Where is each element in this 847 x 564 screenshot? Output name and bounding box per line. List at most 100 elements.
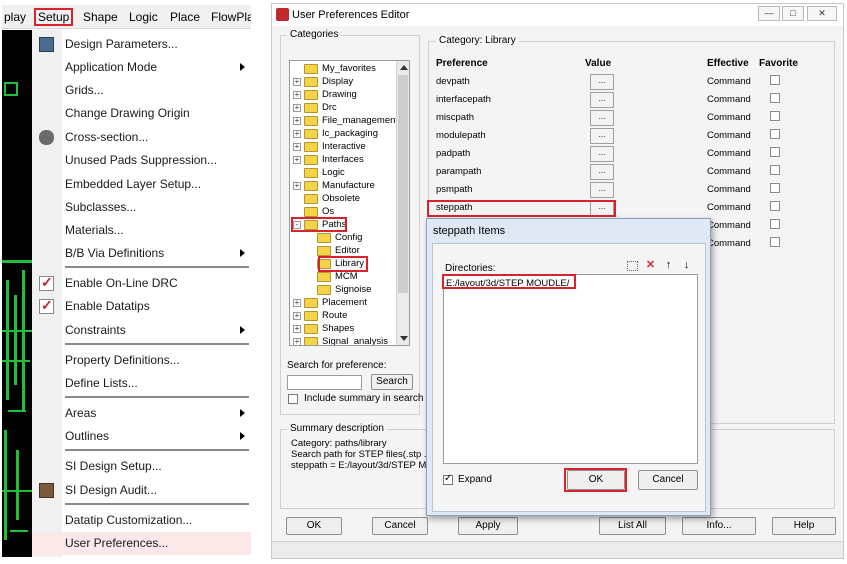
folder-icon bbox=[304, 298, 318, 308]
ok-highlight bbox=[564, 468, 627, 492]
menu-place[interactable]: Place bbox=[170, 10, 200, 24]
menu-setup[interactable]: Setup bbox=[34, 8, 74, 26]
menu-flowplan[interactable]: FlowPla bbox=[211, 10, 251, 24]
menu-item-bb-via[interactable]: B/B Via Definitions bbox=[32, 242, 251, 265]
expand-icon[interactable]: + bbox=[293, 130, 301, 138]
menu-item-materials[interactable]: Materials... bbox=[32, 219, 251, 242]
new-folder-icon[interactable] bbox=[627, 261, 638, 271]
scroll-up-icon[interactable] bbox=[400, 65, 408, 70]
category-tree[interactable]: My_favorites + Display + Drawing + Drc + Fil… bbox=[289, 60, 410, 346]
search-input[interactable] bbox=[287, 375, 362, 390]
maximize-button[interactable]: □ bbox=[782, 6, 804, 21]
move-up-icon[interactable]: ↑ bbox=[662, 259, 675, 272]
value-browse-button[interactable]: ... bbox=[590, 110, 614, 126]
expand-icon[interactable]: + bbox=[293, 143, 301, 151]
menu-item-areas[interactable]: Areas bbox=[32, 402, 251, 425]
menu-separator bbox=[65, 503, 249, 505]
value-browse-button[interactable]: ... bbox=[590, 92, 614, 108]
favorite-checkbox[interactable] bbox=[770, 129, 780, 139]
menu-item-enable-online-drc[interactable]: Enable On-Line DRC bbox=[32, 272, 251, 295]
menu-item-change-drawing-origin[interactable]: Change Drawing Origin bbox=[32, 102, 251, 125]
folder-icon bbox=[304, 194, 318, 204]
favorite-checkbox[interactable] bbox=[770, 111, 780, 121]
menu-item-property-definitions[interactable]: Property Definitions... bbox=[32, 349, 251, 372]
minimize-button[interactable]: — bbox=[758, 6, 780, 21]
design-canvas[interactable] bbox=[2, 30, 32, 557]
expand-icon[interactable]: + bbox=[293, 338, 301, 345]
menu-item-unused-pads[interactable]: Unused Pads Suppression... bbox=[32, 149, 251, 172]
menu-item-constraints[interactable]: Constraints bbox=[32, 319, 251, 342]
menu-display[interactable]: play bbox=[4, 10, 26, 24]
favorite-checkbox[interactable] bbox=[770, 183, 780, 193]
delete-icon[interactable]: ✕ bbox=[644, 259, 657, 272]
menu-item-cross-section[interactable]: Cross-section... bbox=[32, 126, 251, 149]
favorite-checkbox[interactable] bbox=[770, 165, 780, 175]
menu-shape[interactable]: Shape bbox=[83, 10, 118, 24]
submenu-arrow-icon bbox=[240, 409, 245, 417]
folder-icon bbox=[304, 168, 318, 178]
value-browse-button[interactable]: ... bbox=[590, 182, 614, 198]
move-down-icon[interactable]: ↓ bbox=[680, 259, 693, 272]
steppath-cancel-button[interactable]: Cancel bbox=[638, 470, 698, 490]
column-preference: Preference bbox=[436, 58, 488, 69]
expand-icon[interactable]: + bbox=[293, 104, 301, 112]
setup-menu: Design Parameters... Application Mode Gr… bbox=[32, 30, 251, 557]
folder-icon bbox=[304, 77, 318, 87]
menu-item-si-design-audit[interactable]: SI Design Audit... bbox=[32, 479, 251, 502]
value-browse-button[interactable]: ... bbox=[590, 74, 614, 90]
scroll-thumb[interactable] bbox=[398, 75, 408, 293]
menu-item-datatip-customization[interactable]: Datatip Customization... bbox=[32, 509, 251, 532]
include-summary-label: Include summary in search bbox=[304, 393, 424, 404]
menu-item-application-mode[interactable]: Application Mode bbox=[32, 56, 251, 79]
folder-icon bbox=[304, 142, 318, 152]
menu-item-define-lists[interactable]: Define Lists... bbox=[32, 372, 251, 395]
expand-icon[interactable]: + bbox=[293, 299, 301, 307]
expand-icon[interactable]: + bbox=[293, 182, 301, 190]
favorite-checkbox[interactable] bbox=[770, 219, 780, 229]
expand-icon[interactable]: + bbox=[293, 78, 301, 86]
apply-button[interactable]: Apply bbox=[458, 517, 518, 535]
menu-item-grids[interactable]: Grids... bbox=[32, 79, 251, 102]
summary-text: Category: paths/library Search path for … bbox=[291, 438, 440, 471]
favorite-checkbox[interactable] bbox=[770, 93, 780, 103]
checkmark-icon bbox=[39, 297, 54, 314]
ok-button[interactable]: OK bbox=[286, 517, 342, 535]
folder-icon bbox=[304, 90, 318, 100]
tree-scrollbar[interactable] bbox=[396, 61, 409, 345]
menu-item-user-preferences[interactable]: User Preferences... bbox=[32, 532, 251, 555]
favorite-checkbox[interactable] bbox=[770, 201, 780, 211]
directories-label: Directories: bbox=[445, 263, 496, 274]
submenu-arrow-icon bbox=[240, 326, 245, 334]
menu-item-enable-datatips[interactable]: Enable Datatips bbox=[32, 295, 251, 318]
favorite-checkbox[interactable] bbox=[770, 147, 780, 157]
expand-icon[interactable]: + bbox=[293, 325, 301, 333]
value-browse-button[interactable]: ... bbox=[590, 128, 614, 144]
directories-list[interactable] bbox=[443, 274, 698, 464]
value-browse-button[interactable]: ... bbox=[590, 146, 614, 162]
menu-item-subclasses[interactable]: Subclasses... bbox=[32, 196, 251, 219]
status-bar bbox=[272, 541, 843, 558]
include-summary-checkbox[interactable] bbox=[288, 394, 298, 404]
menu-logic[interactable]: Logic bbox=[129, 10, 158, 24]
menu-item-outlines[interactable]: Outlines bbox=[32, 425, 251, 448]
expand-icon[interactable]: + bbox=[293, 117, 301, 125]
info-button[interactable]: Info... bbox=[682, 517, 756, 535]
help-button[interactable]: Help bbox=[772, 517, 836, 535]
menu-item-embedded-layer[interactable]: Embedded Layer Setup... bbox=[32, 173, 251, 196]
menu-item-si-design-setup[interactable]: SI Design Setup... bbox=[32, 455, 251, 478]
expand-icon[interactable]: + bbox=[293, 156, 301, 164]
expand-checkbox[interactable]: ✓ bbox=[443, 473, 453, 485]
value-browse-button[interactable]: ... bbox=[590, 164, 614, 180]
close-button[interactable]: ✕ bbox=[807, 6, 837, 21]
cancel-button[interactable]: Cancel bbox=[372, 517, 428, 535]
favorite-checkbox[interactable] bbox=[770, 75, 780, 85]
expand-icon[interactable]: + bbox=[293, 91, 301, 99]
favorite-checkbox[interactable] bbox=[770, 237, 780, 247]
menu-item-design-parameters[interactable]: Design Parameters... bbox=[32, 33, 251, 56]
list-all-button[interactable]: List All bbox=[599, 517, 666, 535]
search-button[interactable]: Search bbox=[371, 374, 413, 390]
scroll-down-icon[interactable] bbox=[400, 336, 408, 341]
menu-separator bbox=[65, 266, 249, 268]
steppath-highlight bbox=[427, 200, 616, 217]
expand-icon[interactable]: + bbox=[293, 312, 301, 320]
